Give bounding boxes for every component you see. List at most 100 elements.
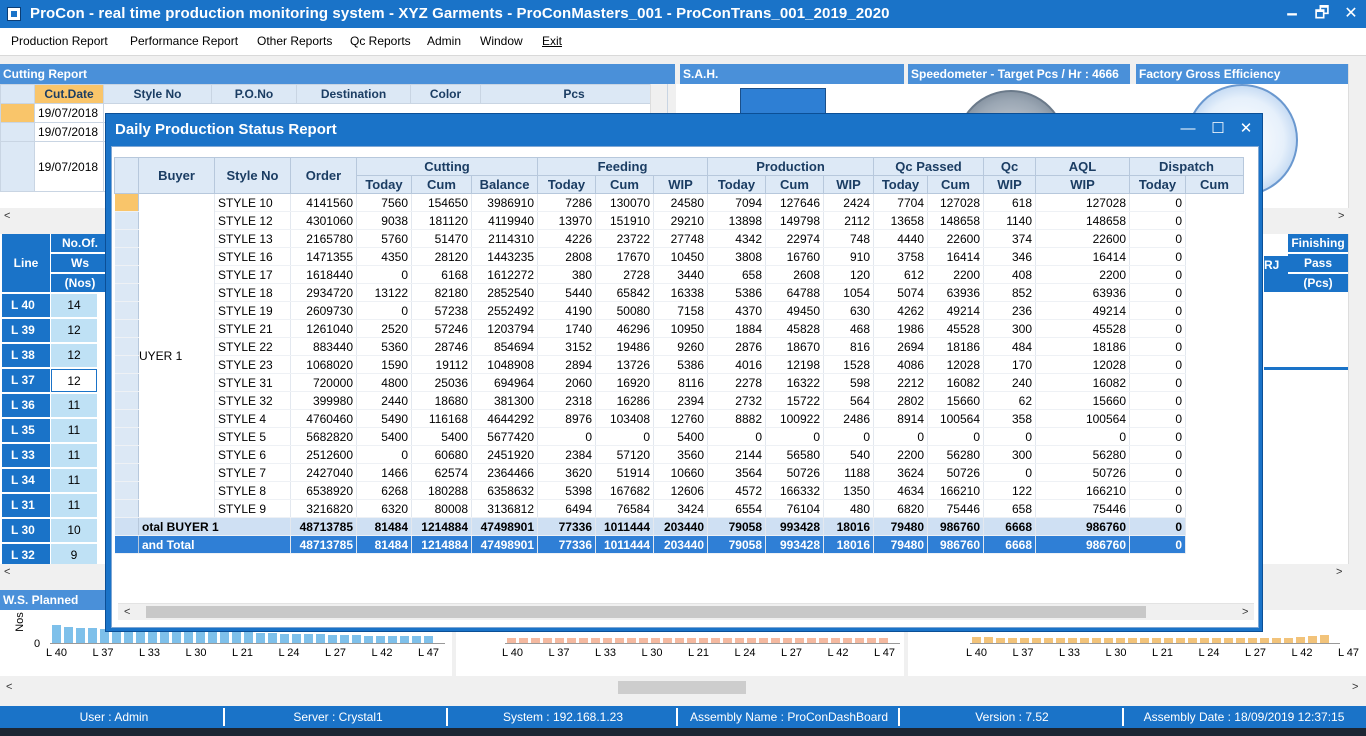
menu-admin[interactable]: Admin: [427, 34, 461, 48]
table-row[interactable]: STYLE 17 1618440 0 6168 1612272 380 2728 3440 65…: [114, 265, 1244, 284]
table-row[interactable]: STYLE 9 3216820 6320 80008 3136812 6494 76584 3…: [114, 499, 1244, 518]
menu-other-reports[interactable]: Other Reports: [257, 34, 332, 48]
row-selector[interactable]: [114, 481, 139, 500]
row-selector[interactable]: [114, 283, 139, 302]
col-qcpassed-cum[interactable]: Cum: [927, 175, 984, 194]
menu-performance-report[interactable]: Performance Report: [130, 34, 238, 48]
row-selector[interactable]: [114, 265, 139, 284]
row-selector[interactable]: [114, 319, 139, 338]
table-row[interactable]: STYLE 6 2512600 0 60680 2451920 2384 57120 3560…: [114, 445, 1244, 464]
col-aql-wip[interactable]: WIP: [1035, 175, 1130, 194]
table-row[interactable]: STYLE 21 1261040 2520 57246 1203794 1740 46296…: [114, 319, 1244, 338]
col-feeding-cum[interactable]: Cum: [595, 175, 654, 194]
menu-qc-reports[interactable]: Qc Reports: [350, 34, 411, 48]
col-production-cum[interactable]: Cum: [765, 175, 824, 194]
col-style-no[interactable]: Style No: [214, 157, 291, 194]
line-label[interactable]: L 31: [2, 494, 50, 517]
table-row[interactable]: STYLE 8 6538920 6268 180288 6358632 5398 16768…: [114, 481, 1244, 500]
subtotal-row[interactable]: otal BUYER 1 48713785 81484 1214884 47498901…: [114, 517, 1244, 536]
row-selector[interactable]: [114, 301, 139, 320]
table-row[interactable]: STYLE 4 4760460 5490 116168 4644292 8976 10340…: [114, 409, 1244, 428]
col-production-wip[interactable]: WIP: [823, 175, 874, 194]
scroll-right-icon[interactable]: >: [1338, 210, 1344, 222]
table-row[interactable]: STYLE 5 5682820 5400 5400 5677420 0 0 5400 0 0 0 0 0…: [114, 427, 1244, 446]
scroll-right-icon[interactable]: >: [1352, 681, 1358, 693]
scroll-right-icon[interactable]: >: [1242, 606, 1248, 618]
grid-hscroll-thumb[interactable]: [146, 606, 1146, 618]
maximize-icon[interactable]: 🗗: [1307, 2, 1337, 26]
col-feeding-today[interactable]: Today: [537, 175, 596, 194]
table-row[interactable]: STYLE 32 399980 2440 18680 381300 2318 16286 23…: [114, 391, 1244, 410]
table-row[interactable]: UYER 1 STYLE 10 4141560 7560 154650 3986910 72…: [114, 193, 1244, 518]
scroll-right-icon[interactable]: >: [1336, 566, 1342, 578]
line-label[interactable]: L 40: [2, 294, 50, 317]
line-label[interactable]: L 36: [2, 394, 50, 417]
top-right-vscroll[interactable]: [1348, 64, 1366, 224]
row-selector[interactable]: [114, 391, 139, 410]
dialog-maximize-icon[interactable]: ☐: [1204, 118, 1232, 140]
row-selector[interactable]: [114, 445, 139, 464]
col-pcs[interactable]: Pcs: [480, 84, 668, 104]
row-selector[interactable]: [0, 103, 35, 123]
row-selector[interactable]: [114, 409, 139, 428]
menu-exit[interactable]: Exit: [542, 34, 562, 48]
scroll-left-icon[interactable]: <: [6, 681, 12, 693]
row-selector[interactable]: [114, 247, 139, 266]
col-color[interactable]: Color: [410, 84, 481, 104]
col-order[interactable]: Order: [290, 157, 357, 194]
row-selector[interactable]: [114, 499, 139, 518]
col-cutting-today[interactable]: Today: [356, 175, 412, 194]
table-row[interactable]: STYLE 12 4301060 9038 181120 4119940 13970 151…: [114, 211, 1244, 230]
dialog-close-icon[interactable]: ✕: [1232, 118, 1260, 140]
line-label[interactable]: L 37: [2, 369, 50, 392]
col-cutting-cum[interactable]: Cum: [411, 175, 472, 194]
scroll-left-icon[interactable]: <: [4, 566, 10, 578]
line-label[interactable]: L 39: [2, 319, 50, 342]
lines-vscroll[interactable]: [1348, 234, 1366, 564]
col-buyer[interactable]: Buyer: [138, 157, 215, 194]
table-row[interactable]: STYLE 19 2609730 0 57238 2552492 4190 50080 715…: [114, 301, 1244, 320]
grid-corner[interactable]: [114, 157, 139, 194]
line-label[interactable]: L 34: [2, 469, 50, 492]
row-selector[interactable]: [114, 355, 139, 374]
menu-production-report[interactable]: Production Report: [11, 34, 108, 48]
col-cutting-balance[interactable]: Balance: [471, 175, 538, 194]
row-selector[interactable]: [0, 122, 35, 142]
scroll-left-icon[interactable]: <: [4, 210, 10, 222]
table-row[interactable]: STYLE 7 2427040 1466 62574 2364466 3620 51914 1…: [114, 463, 1244, 482]
col-cut-date[interactable]: Cut.Date: [34, 84, 104, 104]
line-label[interactable]: L 38: [2, 344, 50, 367]
scroll-left-icon[interactable]: <: [124, 606, 130, 618]
grand-total-row[interactable]: and Total 48713785 81484 1214884 47498901 773…: [114, 535, 1244, 554]
dialog-minimize-icon[interactable]: —: [1174, 118, 1202, 140]
table-row[interactable]: STYLE 13 2165780 5760 51470 2114310 4226 23722…: [114, 229, 1244, 248]
table-row[interactable]: STYLE 16 1471355 4350 28120 1443235 2808 17670…: [114, 247, 1244, 266]
col-dispatch-cum[interactable]: Cum: [1185, 175, 1244, 194]
row-selector[interactable]: [114, 211, 139, 230]
row-selector[interactable]: [114, 229, 139, 248]
col-po-no[interactable]: P.O.No: [211, 84, 297, 104]
row-selector[interactable]: [114, 427, 139, 446]
line-label[interactable]: L 33: [2, 444, 50, 467]
row-selector[interactable]: [0, 141, 35, 192]
table-row[interactable]: STYLE 22 883440 5360 28746 854694 3152 19486 92…: [114, 337, 1244, 356]
table-row[interactable]: STYLE 23 1068020 1590 19112 1048908 2894 13726…: [114, 355, 1244, 374]
main-hscroll-thumb[interactable]: [618, 681, 746, 694]
table-row[interactable]: STYLE 18 2934720 13122 82180 2852540 5440 6584…: [114, 283, 1244, 302]
table-row[interactable]: STYLE 31 720000 4800 25036 694964 2060 16920 81…: [114, 373, 1244, 392]
menu-window[interactable]: Window: [480, 34, 523, 48]
row-selector[interactable]: [114, 463, 139, 482]
row-selector[interactable]: [114, 373, 139, 392]
grid-hscroll[interactable]: < >: [118, 603, 1254, 620]
col-style-no[interactable]: Style No: [103, 84, 212, 104]
col-qcpassed-today[interactable]: Today: [873, 175, 928, 194]
line-label[interactable]: L 35: [2, 419, 50, 442]
row-selector[interactable]: [114, 535, 139, 554]
col-qc-wip[interactable]: WIP: [983, 175, 1036, 194]
close-icon[interactable]: ✕: [1336, 2, 1366, 26]
minimize-icon[interactable]: 🗕: [1277, 2, 1307, 26]
col-dispatch-today[interactable]: Today: [1129, 175, 1186, 194]
main-hscroll[interactable]: < >: [0, 678, 1366, 698]
col-destination[interactable]: Destination: [296, 84, 411, 104]
row-selector[interactable]: [114, 517, 139, 536]
